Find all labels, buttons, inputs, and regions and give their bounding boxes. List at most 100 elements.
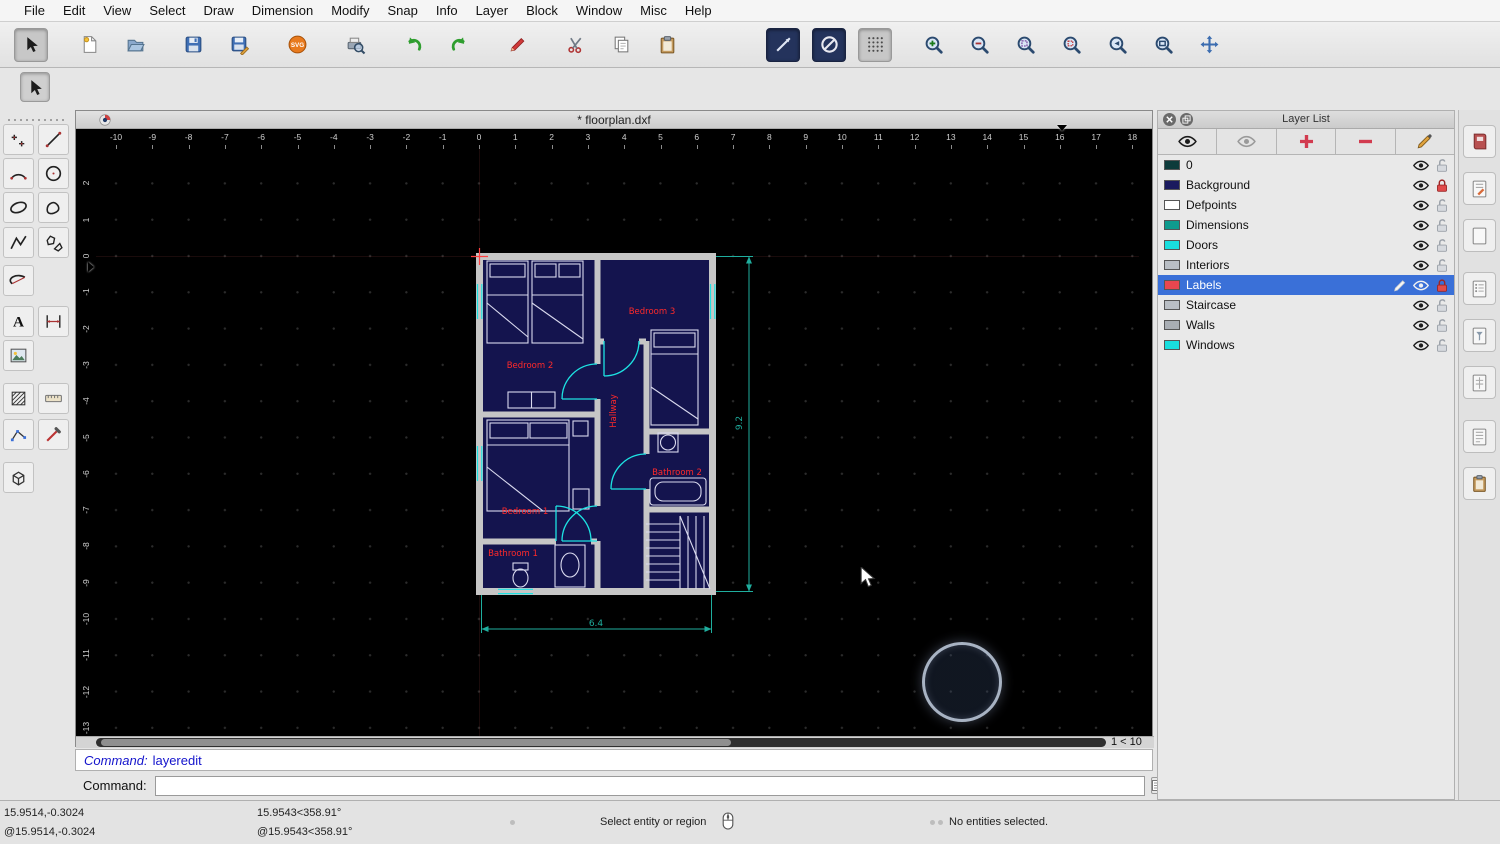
draft-mode-button[interactable] [812,27,846,62]
layer-row-labels[interactable]: Labels [1158,275,1454,295]
spline-tool[interactable] [38,192,69,223]
menu-item-select[interactable]: Select [140,3,194,18]
layer-lock-icon[interactable] [1433,335,1451,356]
circle-tool[interactable] [38,158,69,189]
menu-item-snap[interactable]: Snap [379,3,427,18]
layer-visibility-eye-icon[interactable] [1412,255,1430,276]
layer-visibility-eye-icon[interactable] [1412,335,1430,356]
hide-all-layers-button[interactable] [1217,129,1277,154]
add-layer-button[interactable] [1276,129,1337,154]
polygon-tool[interactable] [38,227,69,258]
menu-item-misc[interactable]: Misc [631,3,676,18]
drawing-canvas[interactable]: 6.4 9.2 Bedroom 3 Bedroom 2 Bedroom 1 Ba… [96,149,1139,736]
dock-library-browser-button[interactable] [1463,125,1496,158]
layer-row-staircase[interactable]: Staircase [1158,295,1454,315]
layer-row-windows[interactable]: Windows [1158,335,1454,355]
polyline-tool[interactable] [3,227,34,258]
menu-item-layer[interactable]: Layer [467,3,518,18]
select-pointer-button[interactable] [20,72,50,102]
layer-row-background[interactable]: Background [1158,175,1454,195]
arc-tool[interactable] [3,158,34,189]
dock-clipboard-button[interactable] [1463,467,1496,500]
layer-row-interiors[interactable]: Interiors [1158,255,1454,275]
scrollbar-track[interactable] [96,738,1106,747]
ellipse-arc-tool[interactable] [3,265,34,296]
menu-item-info[interactable]: Info [427,3,467,18]
menu-item-file[interactable]: File [15,3,54,18]
dock-columns-button[interactable] [1463,366,1496,399]
layer-visibility-eye-icon[interactable] [1412,235,1430,256]
dimension-tool[interactable] [38,306,69,337]
isometric-tool[interactable] [3,462,34,493]
ellipse-tool[interactable] [3,192,34,223]
dock-filter-button[interactable] [1463,319,1496,352]
layer-row-doors[interactable]: Doors [1158,235,1454,255]
open-file-button[interactable] [118,28,152,62]
explode-tool[interactable] [38,419,69,450]
dock-notes-button[interactable] [1463,420,1496,453]
layer-row-dimensions[interactable]: Dimensions [1158,215,1454,235]
edit-layer-button[interactable] [1395,129,1455,154]
menu-item-help[interactable]: Help [676,3,721,18]
layer-visibility-eye-icon[interactable] [1412,175,1430,196]
cut-button[interactable] [558,28,592,62]
layer-lock-icon[interactable] [1433,235,1451,256]
command-input[interactable] [154,775,1145,796]
line-attributes-button[interactable] [766,27,800,62]
save-button[interactable] [176,28,210,62]
measure-tool[interactable] [38,383,69,414]
menu-item-dimension[interactable]: Dimension [243,3,322,18]
layer-color-swatch[interactable] [1164,220,1180,230]
polyline-edit-tool[interactable] [3,419,34,450]
image-tool[interactable] [3,340,34,371]
layer-lock-icon[interactable] [1433,275,1451,296]
layer-lock-icon[interactable] [1433,295,1451,316]
zoom-auto-button[interactable] [1008,28,1042,62]
zoom-redraw-button[interactable] [1054,28,1088,62]
layer-visibility-eye-icon[interactable] [1412,195,1430,216]
text-tool[interactable]: A [3,306,34,337]
layer-lock-icon[interactable] [1433,215,1451,236]
layer-color-swatch[interactable] [1164,260,1180,270]
save-as-button[interactable] [222,28,256,62]
dock-block-list-button[interactable] [1463,172,1496,205]
line-tool[interactable] [38,124,69,155]
menu-item-draw[interactable]: Draw [194,3,242,18]
undo-button[interactable] [396,28,430,62]
copy-button[interactable] [604,28,638,62]
menu-item-edit[interactable]: Edit [54,3,94,18]
zoom-in-button[interactable] [916,28,950,62]
layer-lock-icon[interactable] [1433,315,1451,336]
layer-visibility-eye-icon[interactable] [1412,315,1430,336]
layer-lock-icon[interactable] [1433,175,1451,196]
menu-item-modify[interactable]: Modify [322,3,378,18]
point-tool[interactable] [3,124,34,155]
layer-color-swatch[interactable] [1164,160,1180,170]
zoom-previous-button[interactable] [1100,28,1134,62]
show-all-layers-button[interactable] [1158,129,1218,154]
scrollbar-thumb[interactable] [101,739,731,746]
palette-drag-handle[interactable] [6,118,66,122]
menu-item-window[interactable]: Window [567,3,631,18]
layer-row-defpoints[interactable]: Defpoints [1158,195,1454,215]
attributes-pen-button[interactable] [708,28,742,62]
redo-button[interactable] [442,28,476,62]
document-title-bar[interactable]: * floorplan.dxf [76,111,1152,129]
layer-visibility-eye-icon[interactable] [1412,275,1430,296]
layer-color-swatch[interactable] [1164,200,1180,210]
grid-snap-button[interactable] [858,27,892,62]
layer-color-swatch[interactable] [1164,340,1180,350]
layer-lock-icon[interactable] [1433,255,1451,276]
paste-button[interactable] [650,28,684,62]
print-preview-button[interactable] [338,28,372,62]
dock-plain-page-button[interactable] [1463,219,1496,252]
layer-row-0[interactable]: 0 [1158,155,1454,175]
layer-color-swatch[interactable] [1164,320,1180,330]
layer-visibility-eye-icon[interactable] [1412,215,1430,236]
layer-visibility-eye-icon[interactable] [1412,155,1430,176]
menu-item-view[interactable]: View [94,3,140,18]
layer-visibility-eye-icon[interactable] [1412,295,1430,316]
dock-entity-list-button[interactable] [1463,272,1496,305]
pen-edit-button[interactable] [500,28,534,62]
layer-color-swatch[interactable] [1164,240,1180,250]
